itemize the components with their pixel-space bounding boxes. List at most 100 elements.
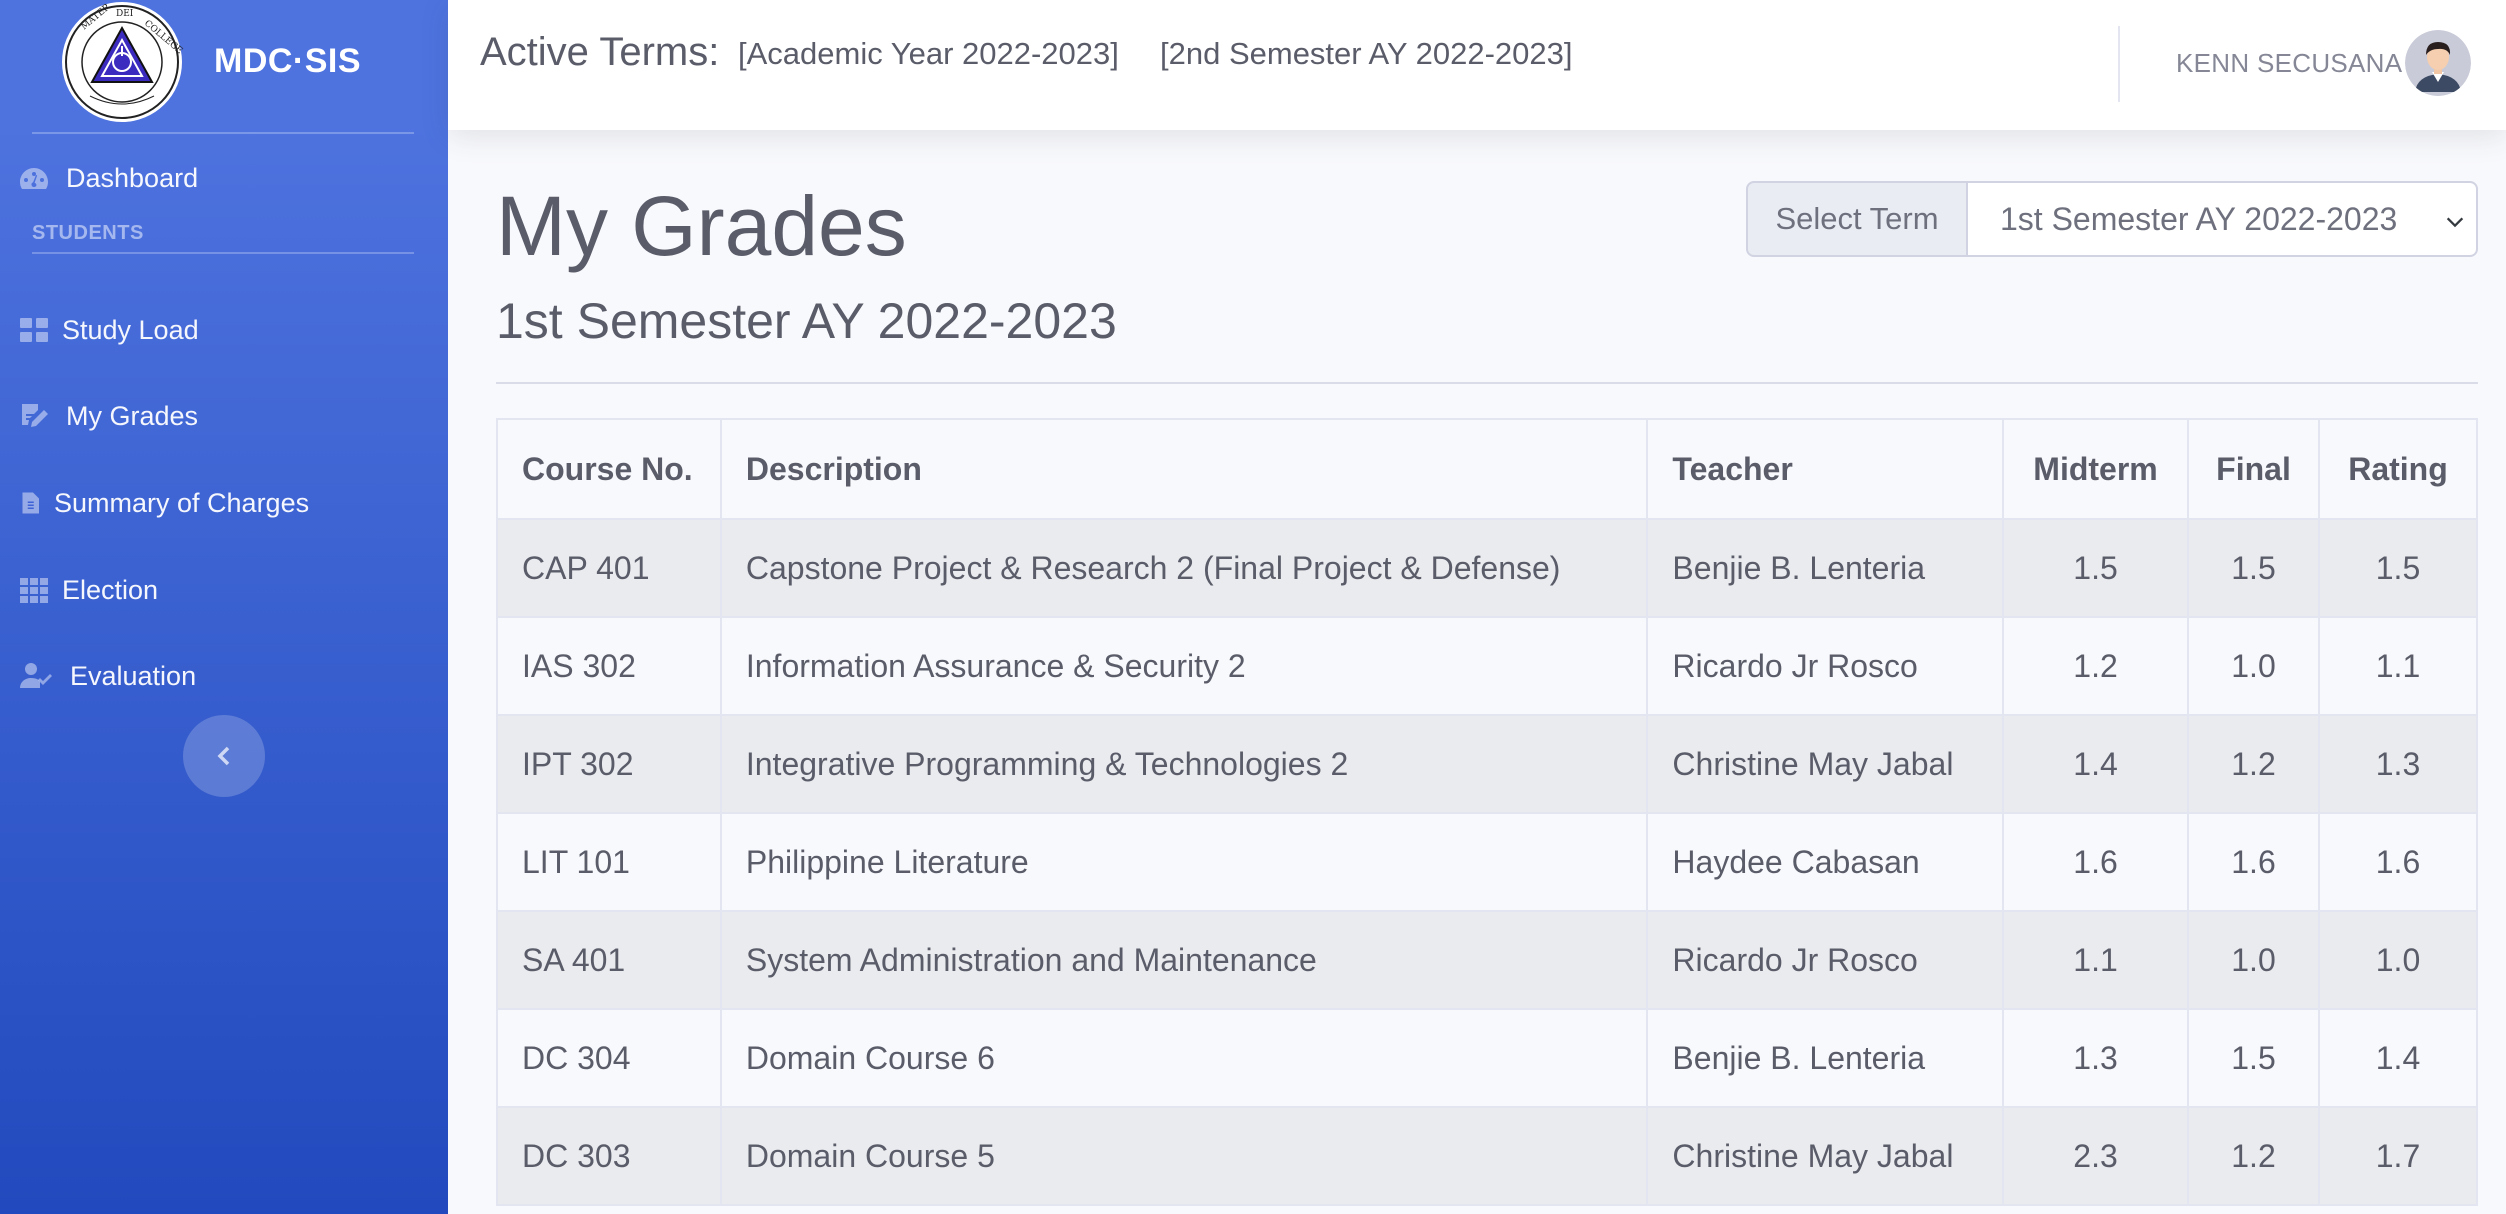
th-icon xyxy=(20,578,48,603)
teacher-cell: Haydee Cabasan xyxy=(1646,812,2005,912)
description-cell: Domain Course 5 xyxy=(719,1106,1649,1206)
course-no-cell: SA 401 xyxy=(496,910,722,1010)
header-description: Description xyxy=(719,418,1649,520)
sidebar-item-dashboard[interactable]: Dashboard xyxy=(18,148,198,208)
sidebar-item-label: Election xyxy=(62,574,159,605)
sidebar-item-label: Dashboard xyxy=(66,162,199,193)
chevron-left-icon xyxy=(217,746,230,766)
sidebar-heading-students: STUDENTS xyxy=(32,222,144,244)
active-academic-year: [Academic Year 2022-2023] xyxy=(738,36,1119,71)
rating-cell: 1.3 xyxy=(2317,714,2479,814)
table-row: IPT 302 Integrative Programming & Techno… xyxy=(496,714,2479,814)
sidebar-item-evaluation[interactable]: Evaluation xyxy=(18,646,196,706)
midterm-cell: 2.3 xyxy=(2002,1106,2189,1206)
teacher-cell: Benjie B. Lenteria xyxy=(1646,1008,2005,1108)
midterm-cell: 1.6 xyxy=(2002,812,2189,912)
header-teacher: Teacher xyxy=(1646,418,2005,520)
sidebar-item-study-load[interactable]: Study Load xyxy=(18,300,199,360)
final-cell: 1.2 xyxy=(2187,714,2320,814)
term-select-group: Select Term 1st Semester AY 2022-2023 xyxy=(1746,181,2478,257)
rating-cell: 1.4 xyxy=(2317,1008,2479,1108)
course-no-cell: LIT 101 xyxy=(496,812,722,912)
course-no-cell: DC 304 xyxy=(496,1008,722,1108)
midterm-cell: 1.2 xyxy=(2002,616,2189,716)
teacher-cell: Benjie B. Lenteria xyxy=(1646,518,2005,618)
term-select-value: 1st Semester AY 2022-2023 xyxy=(2000,200,2398,237)
sidebar: MATER DEI COLLEGE MDC·SIS Dashboard STUD… xyxy=(0,0,448,1214)
midterm-cell: 1.5 xyxy=(2002,518,2189,618)
table-row: CAP 401 Capstone Project & Research 2 (F… xyxy=(496,518,2479,618)
description-cell: Philippine Literature xyxy=(719,812,1649,912)
svg-text:DEI: DEI xyxy=(116,9,134,19)
final-cell: 1.5 xyxy=(2187,518,2320,618)
table-row: DC 304 Domain Course 6 Benjie B. Lenteri… xyxy=(496,1008,2479,1108)
table-header-row: Course No. Description Teacher Midterm F… xyxy=(496,418,2479,520)
table-row: SA 401 System Administration and Mainten… xyxy=(496,910,2479,1010)
final-cell: 1.0 xyxy=(2187,910,2320,1010)
active-terms-label: Active Terms: xyxy=(480,30,720,74)
description-cell: Information Assurance & Security 2 xyxy=(719,616,1649,716)
teacher-cell: Ricardo Jr Rosco xyxy=(1646,910,2005,1010)
grades-table: Course No. Description Teacher Midterm F… xyxy=(496,418,2479,1206)
rating-cell: 1.7 xyxy=(2317,1106,2479,1206)
teacher-cell: Ricardo Jr Rosco xyxy=(1646,616,2005,716)
course-no-cell: CAP 401 xyxy=(496,518,722,618)
description-cell: Capstone Project & Research 2 (Final Pro… xyxy=(719,518,1649,618)
brand[interactable]: MATER DEI COLLEGE MDC·SIS xyxy=(0,0,448,130)
final-cell: 1.2 xyxy=(2187,1106,2320,1206)
brand-name: MDC·SIS xyxy=(214,42,362,80)
divider xyxy=(496,382,2478,384)
table-row: DC 303 Domain Course 5 Christine May Jab… xyxy=(496,1106,2479,1206)
final-cell: 1.5 xyxy=(2187,1008,2320,1108)
course-no-cell: IPT 302 xyxy=(496,714,722,814)
edit-icon xyxy=(22,404,48,427)
header-final: Final xyxy=(2187,418,2320,520)
rating-cell: 1.5 xyxy=(2317,518,2479,618)
course-no-cell: IAS 302 xyxy=(496,616,722,716)
teacher-cell: Christine May Jabal xyxy=(1646,714,2005,814)
description-cell: System Administration and Maintenance xyxy=(719,910,1649,1010)
college-seal-logo: MATER DEI COLLEGE xyxy=(62,2,184,122)
teacher-cell: Christine May Jabal xyxy=(1646,1106,2005,1206)
table-row: IAS 302 Information Assurance & Security… xyxy=(496,616,2479,716)
sidebar-divider xyxy=(32,132,414,134)
sidebar-item-election[interactable]: Election xyxy=(18,560,158,620)
topbar: Active Terms: [Academic Year 2022-2023] … xyxy=(448,0,2506,130)
header-course-no: Course No. xyxy=(496,418,722,520)
select-term-label: Select Term xyxy=(1746,181,1968,257)
grid-icon xyxy=(20,318,48,342)
avatar[interactable] xyxy=(2405,30,2471,96)
user-name[interactable]: KENN SECUSANA xyxy=(2176,48,2402,79)
sidebar-item-label: My Grades xyxy=(66,400,199,431)
sidebar-divider xyxy=(32,252,414,254)
file-invoice-icon xyxy=(22,492,39,514)
sidebar-toggle-button[interactable] xyxy=(183,715,265,797)
page-subtitle: 1st Semester AY 2022-2023 xyxy=(496,293,1117,349)
rating-cell: 1.6 xyxy=(2317,812,2479,912)
description-cell: Domain Course 6 xyxy=(719,1008,1649,1108)
header-rating: Rating xyxy=(2317,418,2479,520)
tachometer-icon xyxy=(20,168,48,189)
user-avatar-icon xyxy=(2405,30,2471,96)
sidebar-item-label: Summary of Charges xyxy=(54,487,310,518)
term-select[interactable]: 1st Semester AY 2022-2023 xyxy=(1968,181,2478,257)
midterm-cell: 1.1 xyxy=(2002,910,2189,1010)
midterm-cell: 1.3 xyxy=(2002,1008,2189,1108)
course-no-cell: DC 303 xyxy=(496,1106,722,1206)
topbar-divider xyxy=(2118,26,2120,102)
sidebar-item-label: Evaluation xyxy=(70,660,197,691)
page-title: My Grades xyxy=(496,179,907,273)
chevron-down-icon xyxy=(2446,217,2464,228)
table-row: LIT 101 Philippine Literature Haydee Cab… xyxy=(496,812,2479,912)
sidebar-item-my-grades[interactable]: My Grades xyxy=(18,386,198,446)
sidebar-item-label: Study Load xyxy=(62,314,199,345)
final-cell: 1.0 xyxy=(2187,616,2320,716)
rating-cell: 1.0 xyxy=(2317,910,2479,1010)
active-semester: [2nd Semester AY 2022-2023] xyxy=(1160,36,1573,71)
final-cell: 1.6 xyxy=(2187,812,2320,912)
rating-cell: 1.1 xyxy=(2317,616,2479,716)
sidebar-item-summary-of-charges[interactable]: Summary of Charges xyxy=(18,473,309,533)
midterm-cell: 1.4 xyxy=(2002,714,2189,814)
header-midterm: Midterm xyxy=(2002,418,2189,520)
user-check-icon xyxy=(20,663,52,688)
